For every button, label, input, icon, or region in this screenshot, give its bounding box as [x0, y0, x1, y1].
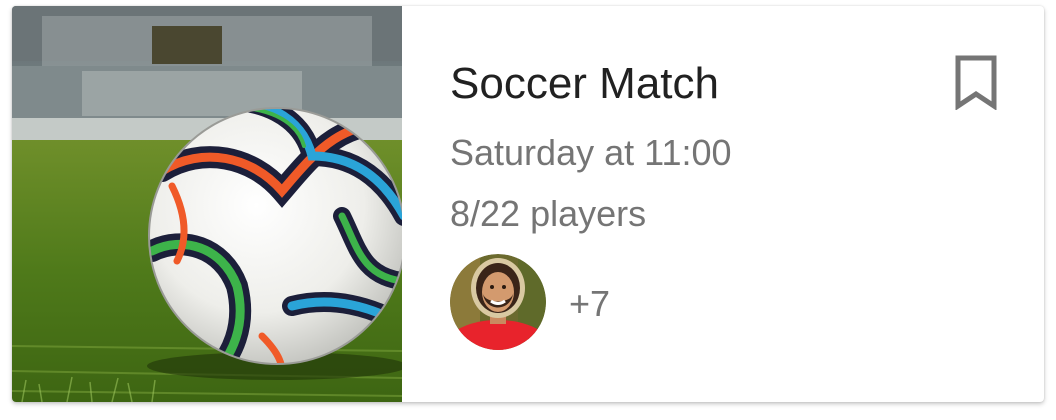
event-image: [12, 6, 402, 402]
player-count: 8/22 players: [450, 193, 647, 234]
event-details: Soccer Match Saturday at 11:00 8/22 play…: [402, 6, 1044, 402]
more-players-count[interactable]: +7: [569, 282, 610, 326]
event-title: Soccer Match: [450, 59, 719, 108]
event-schedule: Saturday at 11:00: [450, 132, 732, 173]
avatar[interactable]: [450, 254, 546, 350]
event-card[interactable]: Soccer Match Saturday at 11:00 8/22 play…: [12, 6, 1044, 402]
bookmark-icon[interactable]: [954, 54, 998, 111]
